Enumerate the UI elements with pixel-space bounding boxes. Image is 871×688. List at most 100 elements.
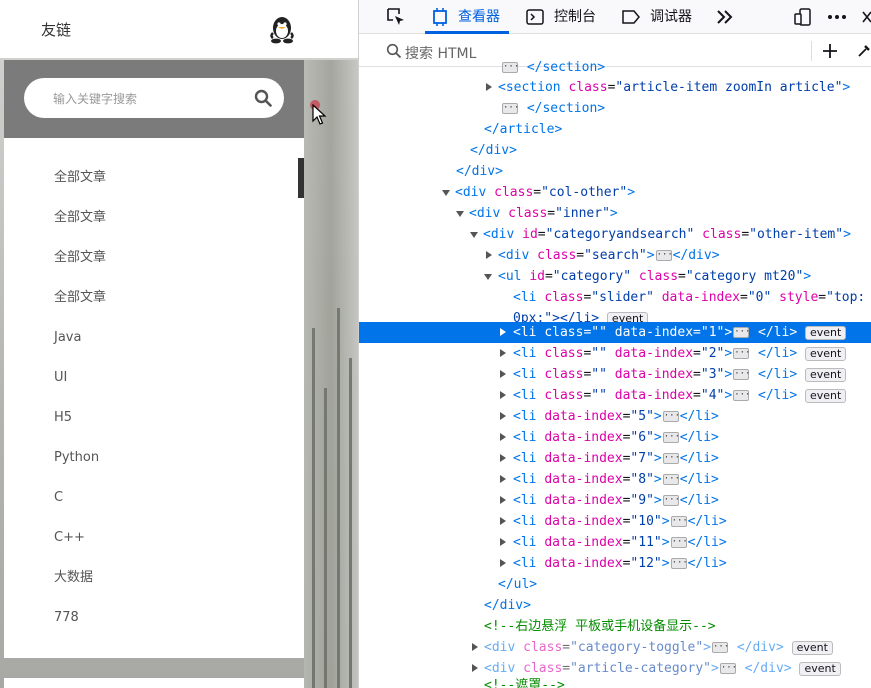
expand-arrow-icon[interactable]	[486, 83, 492, 91]
tree-row-comment[interactable]: <!--遮罩-->	[359, 675, 871, 688]
expand-arrow-icon[interactable]	[500, 517, 506, 525]
tree-row[interactable]: <li data-index="7"> ···</li>	[359, 448, 871, 469]
more-tabs-chevron-icon[interactable]	[716, 9, 734, 25]
category-item-778[interactable]: 778	[54, 608, 79, 628]
collapsed-children[interactable]: ···	[719, 663, 737, 674]
tab-console[interactable]: 控制台	[554, 0, 596, 34]
tree-row-comment[interactable]: <!--右边悬浮 平板或手机设备显示-->	[359, 616, 871, 637]
category-item-all-4[interactable]: 全部文章	[54, 288, 106, 308]
keyword-search-input[interactable]: 输入关键字搜索	[24, 78, 284, 118]
collapsed-children[interactable]: ···	[733, 327, 750, 338]
expand-arrow-icon[interactable]	[500, 412, 506, 420]
tree-row[interactable]: <div class="search"> ···</div>	[359, 245, 871, 266]
markup-tree: ··· </section> <section class="article-i…	[359, 60, 871, 688]
expand-arrow-icon[interactable]	[500, 370, 506, 378]
tree-row[interactable]: <div id="categoryandsearch" class="other…	[359, 224, 871, 245]
event-badge[interactable]: event	[804, 325, 847, 340]
collapsed-children[interactable]: ···	[670, 558, 688, 569]
event-badge[interactable]: event	[804, 367, 847, 382]
tree-row[interactable]: </article>	[359, 119, 871, 140]
category-item-big-data[interactable]: 大数据	[54, 568, 93, 588]
collapsed-children[interactable]: ···	[712, 642, 729, 653]
expand-arrow-icon[interactable]	[500, 433, 506, 441]
qq-penguin-icon[interactable]	[268, 14, 296, 44]
category-item-all-3[interactable]: 全部文章	[54, 248, 106, 268]
expand-arrow-icon[interactable]	[500, 391, 506, 399]
collapsed-children[interactable]: ···	[655, 250, 673, 261]
event-badge[interactable]: event	[799, 661, 841, 676]
collapsed-children[interactable]: ···	[502, 62, 519, 73]
tree-row[interactable]: <li class="" data-index="3"> ··· </li> ev…	[359, 364, 871, 385]
expand-arrow-icon[interactable]	[472, 664, 478, 672]
expand-arrow-icon[interactable]	[500, 496, 506, 504]
collapsed-children[interactable]: ···	[662, 432, 680, 443]
collapsed-children[interactable]: ···	[670, 537, 688, 548]
category-item-h5[interactable]: H5	[54, 408, 72, 428]
search-icon[interactable]	[254, 89, 272, 107]
collapsed-children[interactable]: ···	[733, 390, 750, 401]
event-badge[interactable]: event	[804, 388, 847, 403]
tree-row[interactable]: ··· </section>	[359, 57, 871, 78]
responsive-design-mode-icon[interactable]	[794, 7, 814, 27]
close-devtools-icon[interactable]	[861, 10, 871, 24]
expand-arrow-icon[interactable]	[500, 538, 506, 546]
more-options-icon[interactable]	[827, 14, 847, 20]
tree-row[interactable]: </div>	[359, 140, 871, 161]
tree-row[interactable]: <ul id="category" class="category mt20">	[359, 266, 871, 287]
tree-row[interactable]: <li data-index="11"> ···</li>	[359, 532, 871, 553]
expand-arrow-icon[interactable]	[500, 454, 506, 462]
tab-inspector[interactable]: 查看器	[458, 0, 500, 34]
collapsed-children[interactable]: ···	[733, 369, 750, 380]
tree-row[interactable]: <section class="article-item zoomIn arti…	[359, 77, 871, 98]
tree-row[interactable]: <li data-index="10"> ···</li>	[359, 511, 871, 532]
collapse-arrow-icon[interactable]	[442, 190, 450, 196]
collapse-arrow-icon[interactable]	[456, 211, 464, 217]
tree-row[interactable]: <li class="slider" data-index="0" style=…	[359, 287, 871, 308]
collapsed-children[interactable]: ···	[662, 495, 680, 506]
category-item-ui[interactable]: UI	[54, 368, 67, 388]
expand-arrow-icon[interactable]	[472, 643, 478, 651]
collapsed-children[interactable]: ···	[662, 453, 680, 464]
tree-row[interactable]: <div class="category-toggle"> ··· </div> …	[359, 637, 871, 658]
tree-row[interactable]: <li class="" data-index="4"> ··· </li> ev…	[359, 385, 871, 406]
collapsed-children[interactable]: ···	[733, 348, 750, 359]
tree-row[interactable]: <li data-index="9"> ···</li>	[359, 490, 871, 511]
expand-arrow-icon[interactable]	[500, 349, 506, 357]
collapse-arrow-icon[interactable]	[470, 232, 478, 238]
tree-row[interactable]: <div class="col-other">	[359, 182, 871, 203]
category-item-all-1[interactable]: 全部文章	[54, 168, 106, 188]
tree-row-selected[interactable]: <li class="" data-index="1"> ··· </li> ev…	[359, 322, 871, 343]
tab-debugger[interactable]: 调试器	[650, 0, 692, 34]
expand-arrow-icon[interactable]	[500, 559, 506, 567]
category-item-python[interactable]: Python	[54, 448, 99, 468]
tree-row[interactable]: <li data-index="5"> ···</li>	[359, 406, 871, 427]
console-icon[interactable]	[526, 8, 544, 26]
expand-arrow-icon[interactable]	[500, 475, 506, 483]
page-title-friend-links[interactable]: 友链	[41, 19, 71, 40]
inspector-icon[interactable]	[431, 8, 449, 26]
collapsed-children[interactable]: ···	[502, 103, 519, 114]
category-item-cpp[interactable]: C++	[54, 528, 85, 548]
category-item-java[interactable]: Java	[54, 328, 81, 348]
expand-arrow-icon[interactable]	[486, 251, 492, 259]
tree-row[interactable]: </div>	[359, 161, 871, 182]
collapsed-children[interactable]: ···	[670, 516, 688, 527]
element-picker-icon[interactable]	[386, 7, 406, 27]
collapsed-children[interactable]: ···	[662, 411, 680, 422]
debugger-icon[interactable]	[621, 9, 641, 25]
event-badge[interactable]: event	[804, 346, 847, 361]
category-item-c[interactable]: C	[54, 488, 63, 508]
tree-row[interactable]: <li data-index="6"> ···</li>	[359, 427, 871, 448]
collapse-arrow-icon[interactable]	[484, 274, 492, 280]
collapsed-children[interactable]: ···	[662, 474, 680, 485]
tree-row[interactable]: <li data-index="8"> ···</li>	[359, 469, 871, 490]
tree-row[interactable]: <li class="" data-index="2"> ··· </li> ev…	[359, 343, 871, 364]
tree-row[interactable]: </ul>	[359, 574, 871, 595]
tree-row[interactable]: <li data-index="12"> ···</li>	[359, 553, 871, 574]
expand-arrow-icon[interactable]	[500, 328, 506, 336]
tree-row[interactable]: </div>	[359, 595, 871, 616]
event-badge[interactable]: event	[791, 640, 833, 655]
category-item-all-2[interactable]: 全部文章	[54, 208, 106, 228]
tree-row[interactable]: ··· </section>	[359, 98, 871, 119]
tree-row[interactable]: <div class="inner">	[359, 203, 871, 224]
